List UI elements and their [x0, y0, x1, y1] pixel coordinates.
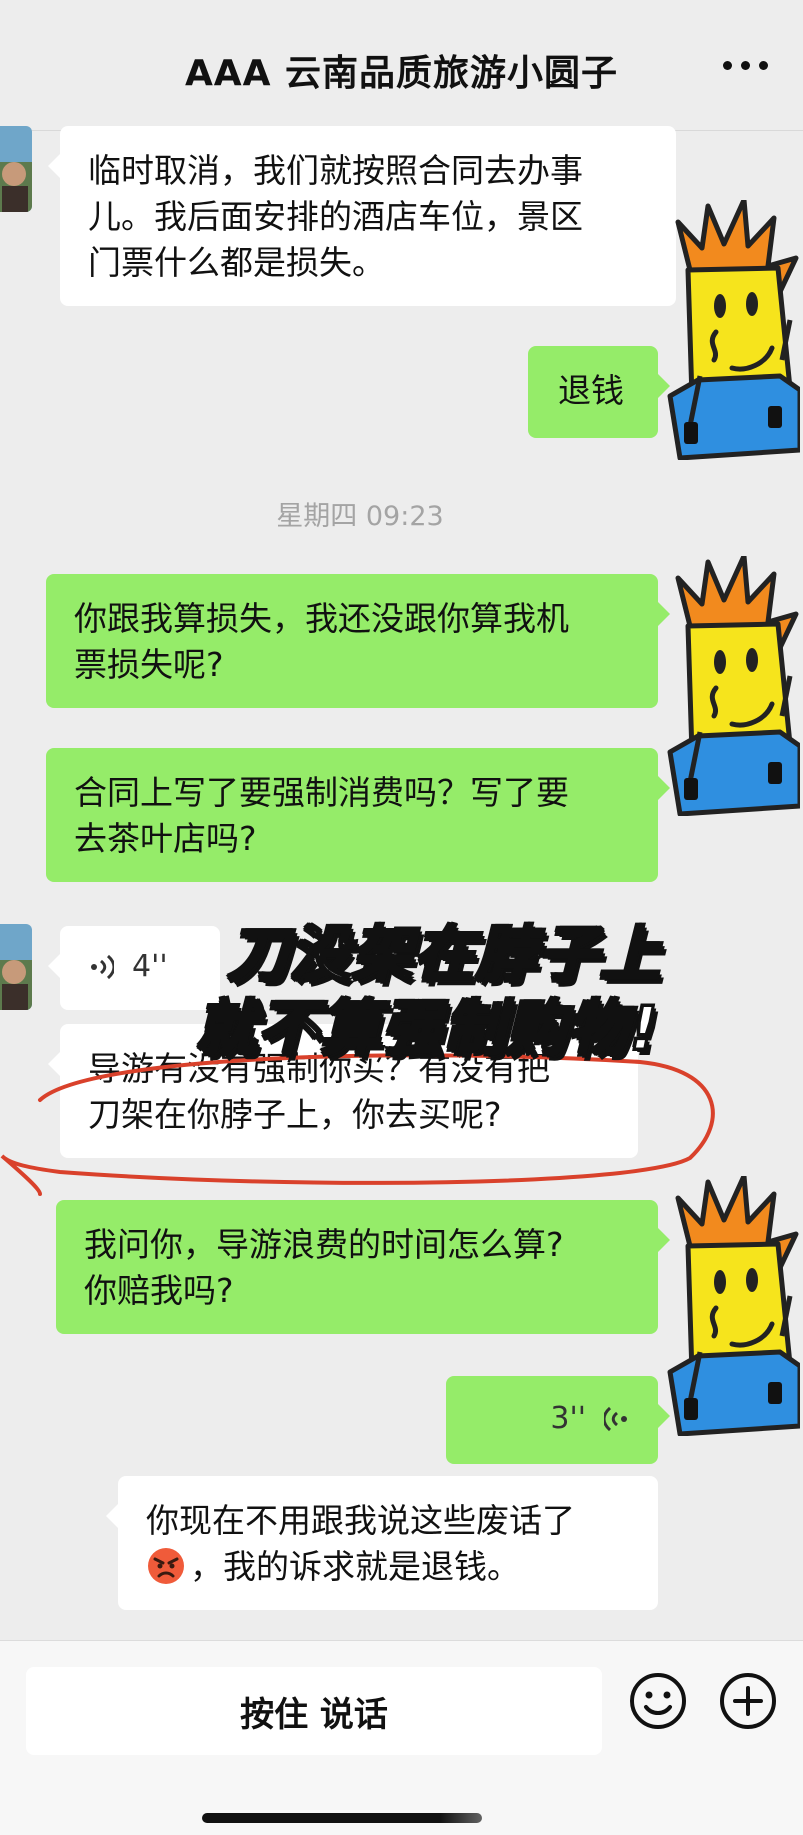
message-text-line: 门票什么都是损失。 — [88, 243, 385, 282]
caption-line-2: 就不算强制购物! — [194, 993, 660, 1066]
angry-face-emoji — [148, 1548, 184, 1584]
message-outgoing: 我问你，导游浪费的时间怎么算? 你赔我吗? — [56, 1200, 670, 1334]
voice-wave-icon — [604, 1406, 627, 1432]
input-bar: 按住 说话 — [0, 1640, 803, 1835]
chat-header: AAA 云南品质旅游小圆子 — [0, 0, 803, 131]
message-text-line: 儿。我后面安排的酒店车位，景区 — [88, 197, 583, 236]
message-text-line: 我问你，导游浪费的时间怎么算? — [84, 1225, 564, 1264]
plus-circle-icon[interactable] — [718, 1671, 778, 1731]
chat-title: AAA 云南品质旅游小圆子 — [184, 53, 619, 94]
hold-to-talk-button[interactable]: 按住 说话 — [26, 1667, 602, 1755]
message-incoming: 临时取消，我们就按照合同去办事 儿。我后面安排的酒店车位，景区 门票什么都是损失… — [48, 126, 676, 306]
message-outgoing: 退钱 — [528, 346, 670, 438]
cartoon-sticker-icon — [650, 1176, 800, 1436]
voice-message-outgoing[interactable]: 3'' — [446, 1376, 670, 1464]
cartoon-sticker-icon — [650, 556, 800, 816]
message-outgoing: 你跟我算损失，我还没跟你算我机 票损失呢? — [46, 574, 670, 708]
avatar[interactable] — [0, 126, 32, 212]
message-text-line: 你赔我吗? — [84, 1271, 234, 1310]
message-text-line-with-emoji: ，我的诉求就是退钱。 — [146, 1544, 630, 1590]
cartoon-sticker-icon — [650, 200, 800, 460]
voice-wave-icon — [91, 954, 114, 980]
message-text: 退钱 — [558, 371, 624, 410]
message-text-line: 临时取消，我们就按照合同去办事 — [88, 151, 583, 190]
avatar[interactable] — [0, 924, 32, 1010]
voice-duration: 3'' — [550, 1401, 586, 1436]
more-dots-icon[interactable] — [723, 58, 769, 72]
message-text-line: 去茶叶店吗? — [74, 819, 257, 858]
smiley-face-icon[interactable] — [628, 1671, 688, 1731]
message-text-line: 票损失呢? — [74, 645, 224, 684]
message-text-line: 你现在不用跟我说这些废话了 — [146, 1501, 575, 1540]
chat-timestamp: 星期四 09:23 — [276, 501, 444, 532]
voice-duration: 4'' — [132, 949, 168, 984]
message-text-line: 你跟我算损失，我还没跟你算我机 — [74, 599, 569, 638]
message-text-line: 合同上写了要强制消费吗？写了要 — [74, 773, 569, 812]
message-bubble-white: 你现在不用跟我说这些废话了 ，我的诉求就是退钱。 — [106, 1476, 658, 1610]
message-outgoing: 合同上写了要强制消费吗？写了要 去茶叶店吗? — [46, 748, 670, 882]
